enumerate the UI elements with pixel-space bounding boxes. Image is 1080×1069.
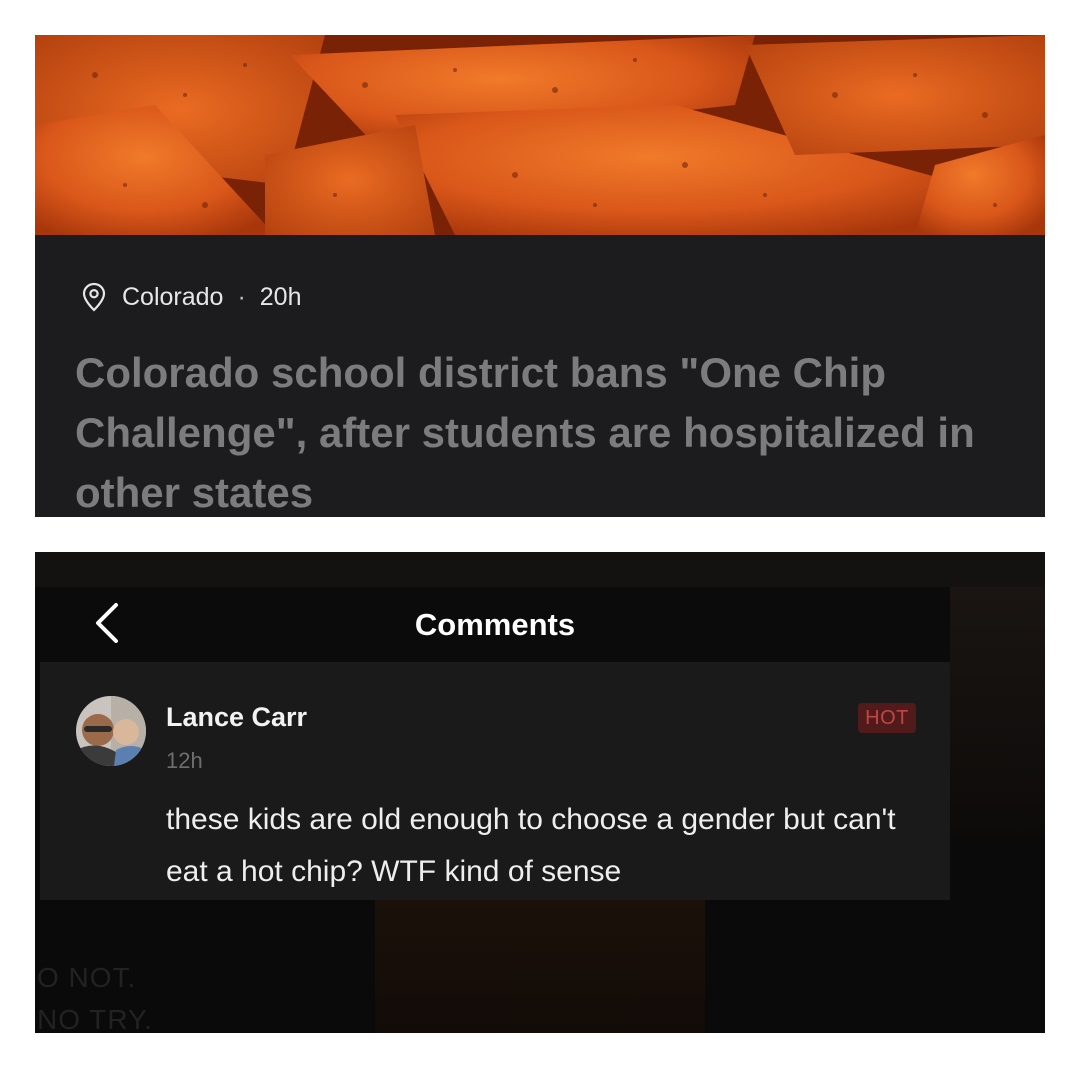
comment-text: these kids are old enough to choose a ge… xyxy=(166,803,896,888)
background-image-chip xyxy=(375,900,705,1033)
location-pin-icon xyxy=(82,282,106,312)
location-label[interactable]: Colorado xyxy=(122,283,223,312)
meta-separator: · xyxy=(237,282,246,311)
comment-time: 12h xyxy=(166,748,203,773)
nav-title: Comments xyxy=(414,607,576,642)
chips-illustration xyxy=(35,35,1045,235)
article-meta: Colorado · 20h xyxy=(78,281,302,313)
hot-badge: HOT xyxy=(858,703,916,733)
news-card[interactable]: Colorado · 20h Colorado school district … xyxy=(35,35,1045,517)
comments-nav-bar: Comments xyxy=(40,587,950,662)
article-headline[interactable]: Colorado school district bans "One Chip … xyxy=(75,343,1015,517)
background-image-strip xyxy=(35,552,1045,587)
background-poster-line: NO TRY. xyxy=(37,1004,153,1033)
hero-image-hot-chips xyxy=(35,35,1045,235)
comment-item[interactable]: Lance Carr 12h HOT these kids are old en… xyxy=(40,662,950,900)
chevron-left-icon xyxy=(96,603,118,643)
comments-screen: O NOT. NO TRY. Comments Lance Carr 12h H… xyxy=(35,552,1045,1033)
comment-author[interactable]: Lance Carr xyxy=(166,702,307,733)
background-image-right xyxy=(950,587,1045,837)
background-poster-text: O NOT. NO TRY. xyxy=(37,957,153,1033)
article-age: 20h xyxy=(259,282,302,311)
back-button[interactable] xyxy=(90,597,126,649)
avatar[interactable] xyxy=(76,696,146,766)
user-photo xyxy=(76,696,146,766)
background-poster-line: O NOT. xyxy=(37,962,137,993)
